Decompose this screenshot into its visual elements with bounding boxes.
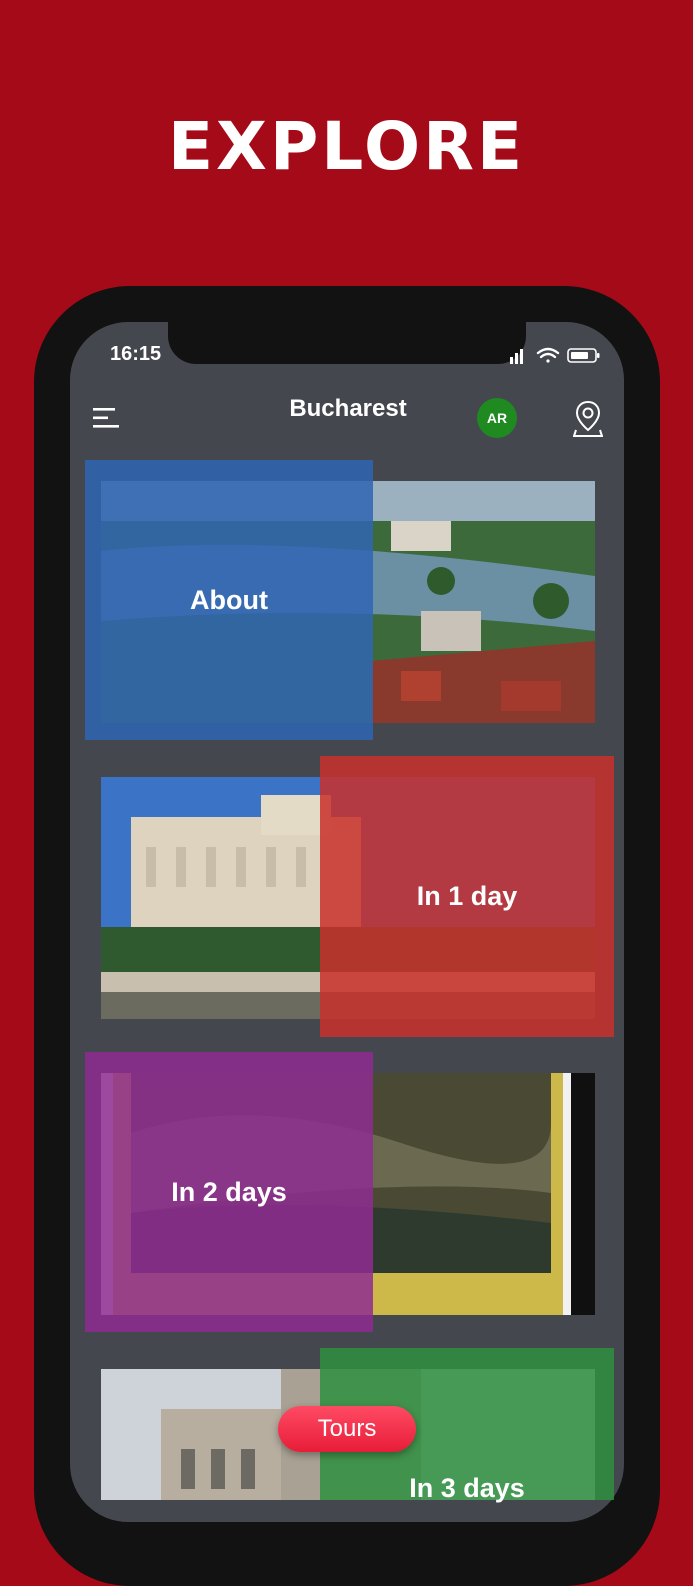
phone-notch (168, 322, 526, 364)
about-label: About (190, 584, 268, 615)
map-pin-icon[interactable] (573, 400, 603, 438)
page-title: Bucharest (289, 395, 407, 422)
status-icons (510, 347, 600, 364)
tours-button[interactable]: Tours (278, 1406, 416, 1452)
about-card[interactable]: About (85, 460, 373, 740)
wifi-icon (536, 347, 560, 363)
in-2-days-card[interactable]: In 2 days (85, 1052, 373, 1332)
battery-icon (567, 348, 600, 363)
explore-headline: EXPLORE (167, 108, 526, 185)
status-time: 16:15 (110, 343, 162, 365)
in-2-days-label: In 2 days (171, 1176, 287, 1207)
ar-button[interactable]: AR (477, 398, 517, 438)
signal-icon (510, 349, 523, 364)
menu-icon[interactable] (93, 405, 119, 431)
in-1-day-card[interactable]: In 1 day (320, 756, 614, 1037)
in-1-day-label: In 1 day (416, 881, 518, 911)
in-3-days-label: In 3 days (409, 1473, 525, 1503)
